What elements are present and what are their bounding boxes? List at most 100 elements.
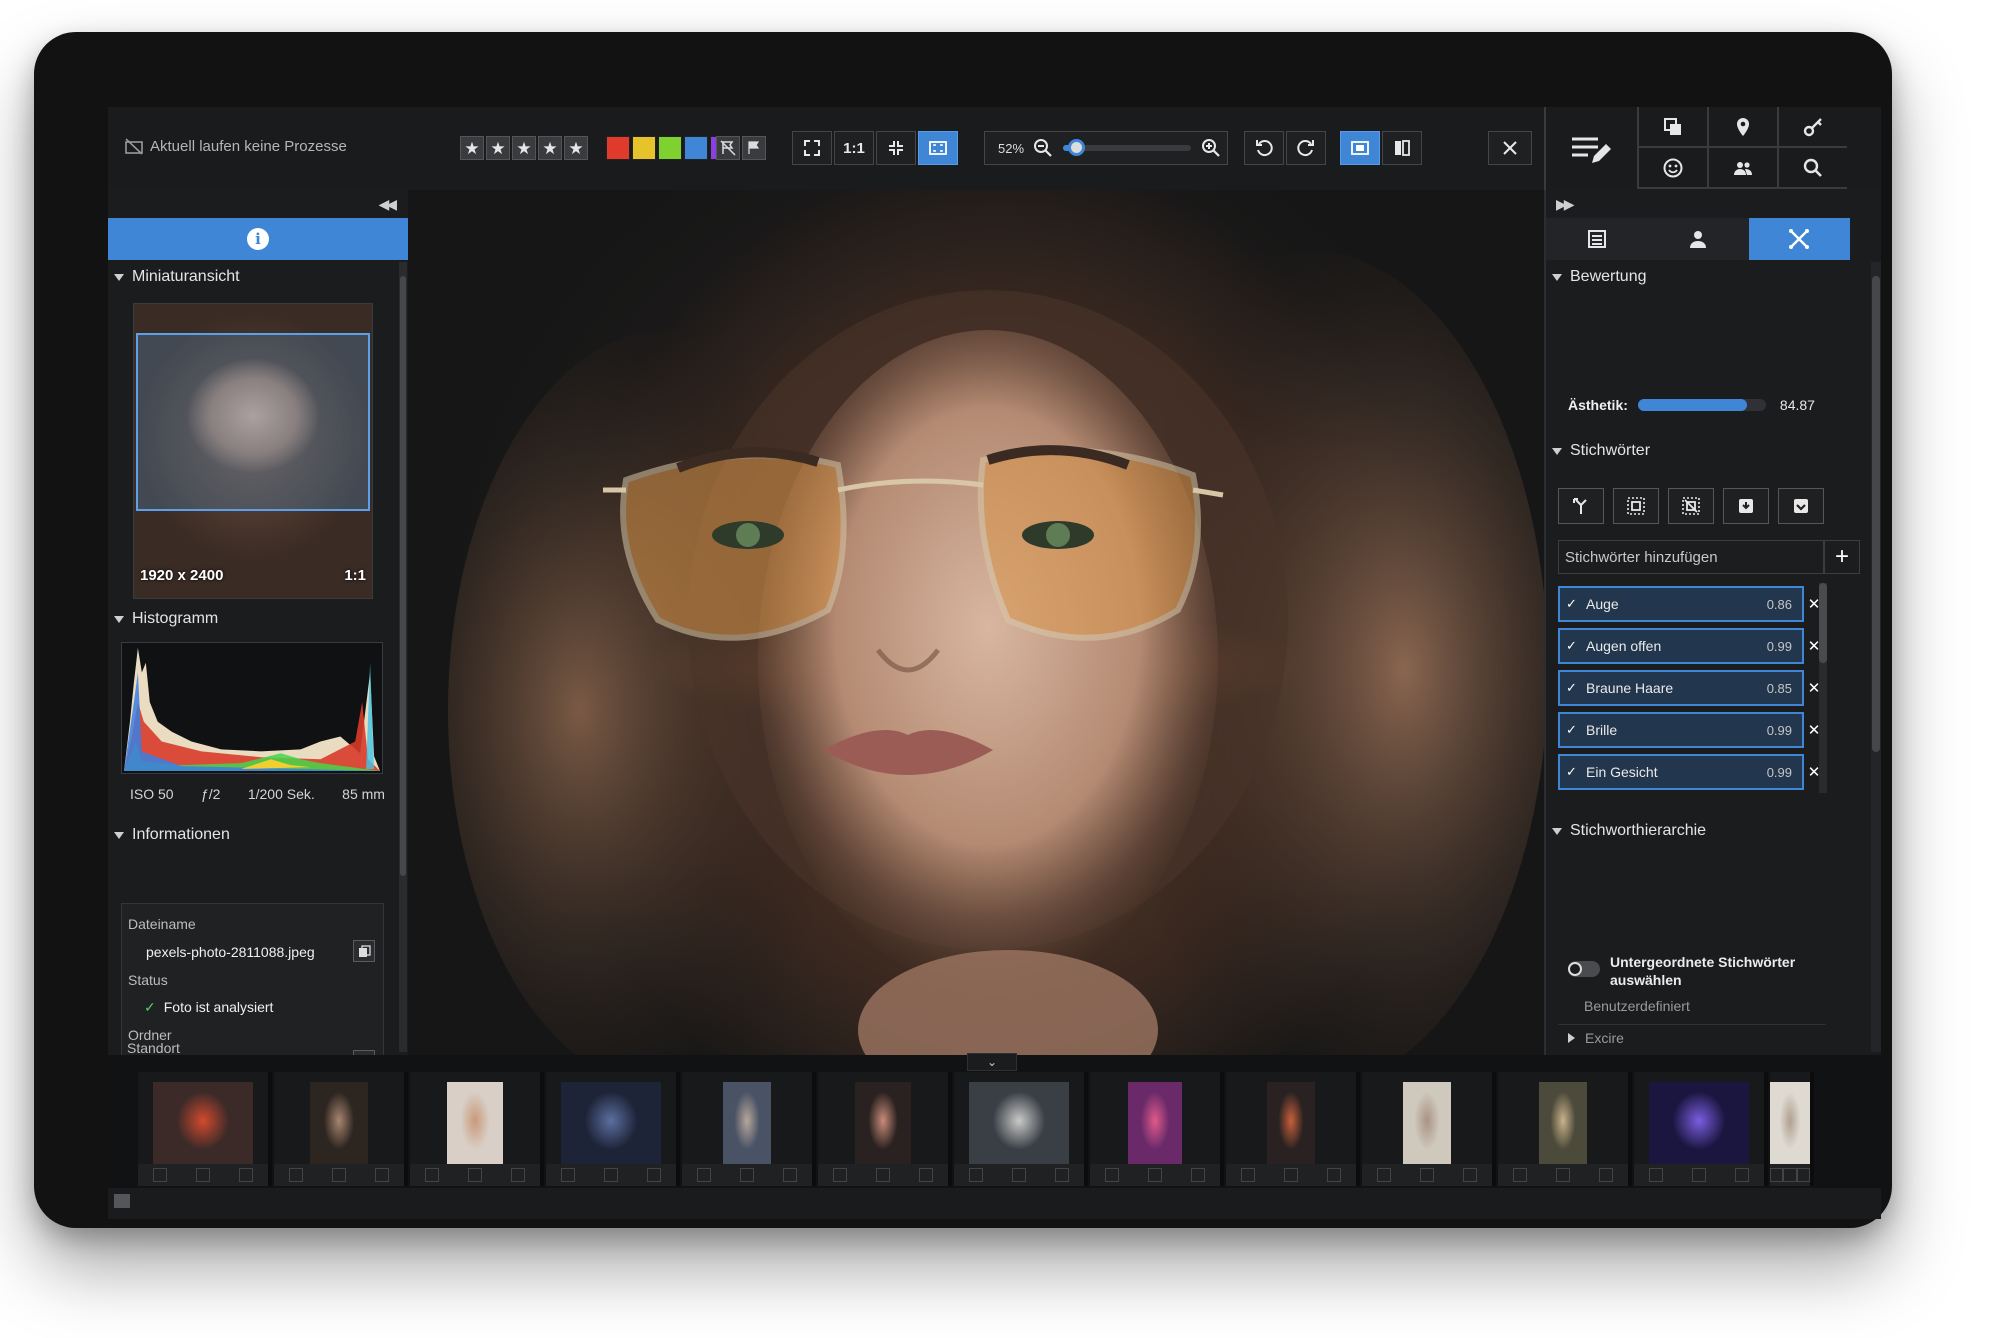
color-label-yellow[interactable]: [632, 136, 656, 160]
location-button[interactable]: [1707, 107, 1777, 148]
search-button[interactable]: [1777, 148, 1847, 189]
key-button[interactable]: [1777, 107, 1847, 148]
filmstrip-thumbnail[interactable]: [954, 1072, 1088, 1186]
filmstrip-thumbnail[interactable]: [546, 1072, 680, 1186]
select-checkbox[interactable]: [1376, 1168, 1391, 1182]
filmstrip-thumbnail[interactable]: [1634, 1072, 1768, 1186]
tab-list[interactable]: [1546, 218, 1648, 260]
keyword-export-button[interactable]: [1778, 488, 1824, 524]
star-5-icon[interactable]: ★: [564, 136, 588, 160]
zoom-slider-thumb[interactable]: [1067, 139, 1085, 156]
section-keyword-hierarchy[interactable]: Stichworthierarchie: [1546, 814, 1846, 848]
color-label-blue[interactable]: [684, 136, 708, 160]
flag-icon[interactable]: [1419, 1168, 1434, 1182]
compare-view-button[interactable]: [1382, 131, 1422, 165]
select-checkbox[interactable]: [968, 1168, 983, 1182]
fit-button[interactable]: [876, 131, 916, 165]
keyword-add-input[interactable]: Stichwörter hinzufügen: [1558, 540, 1824, 574]
reject-icon[interactable]: [919, 1168, 934, 1182]
select-checkbox[interactable]: [1770, 1168, 1784, 1182]
reject-icon[interactable]: [1735, 1168, 1750, 1182]
reject-icon[interactable]: [783, 1168, 798, 1182]
rotate-right-button[interactable]: [1286, 131, 1326, 165]
close-button[interactable]: [1488, 131, 1532, 165]
keyword-list-scrollbar[interactable]: [1819, 583, 1827, 793]
single-view-button[interactable]: [1340, 131, 1380, 165]
pick-flag-icon[interactable]: [742, 136, 766, 160]
star-1-icon[interactable]: ★: [460, 136, 484, 160]
ratio-1-1-button[interactable]: 1:1: [834, 131, 874, 165]
custom-hierarchy-item[interactable]: Benutzerdefiniert: [1584, 998, 1690, 1014]
excire-hierarchy-item[interactable]: Excire: [1568, 1030, 1624, 1046]
reject-icon[interactable]: [647, 1168, 662, 1182]
keyword-add-button[interactable]: +: [1824, 540, 1860, 574]
thumbnail-preview[interactable]: 1920 x 2400 1:1: [133, 303, 373, 599]
keyword-deselect-button[interactable]: [1668, 488, 1714, 524]
select-checkbox[interactable]: [1104, 1168, 1119, 1182]
flag-icon[interactable]: [603, 1168, 618, 1182]
flag-icon[interactable]: [1783, 1168, 1797, 1182]
flag-icon[interactable]: [195, 1168, 210, 1182]
keyword-chip[interactable]: ✓ Auge 0.86 ✕: [1558, 586, 1820, 622]
filmstrip-thumbnail[interactable]: [1090, 1072, 1224, 1186]
copy-filename-button[interactable]: [353, 940, 375, 962]
keyword-chip[interactable]: ✓ Augen offen 0.99 ✕: [1558, 628, 1820, 664]
flag-icon[interactable]: [1011, 1168, 1026, 1182]
filmstrip-thumbnail[interactable]: [1226, 1072, 1360, 1186]
color-label-green[interactable]: [658, 136, 682, 160]
duplicates-button[interactable]: [1637, 107, 1707, 148]
right-scrollbar-thumb[interactable]: [1872, 276, 1880, 752]
filmstrip-scrollbar[interactable]: [108, 1188, 1881, 1219]
filmstrip-thumbnail[interactable]: [818, 1072, 952, 1186]
main-photo-view[interactable]: [408, 190, 1544, 1055]
section-histogram[interactable]: Histogramm: [108, 602, 398, 636]
reject-icon[interactable]: [1599, 1168, 1614, 1182]
star-2-icon[interactable]: ★: [486, 136, 510, 160]
flag-icon[interactable]: [1691, 1168, 1706, 1182]
filmstrip-thumbnail[interactable]: [1362, 1072, 1496, 1186]
face-button[interactable]: [1637, 148, 1707, 189]
select-checkbox[interactable]: [1648, 1168, 1663, 1182]
reject-icon[interactable]: [239, 1168, 254, 1182]
section-keywords[interactable]: Stichwörter: [1546, 434, 1846, 468]
reject-icon[interactable]: [1796, 1168, 1810, 1182]
star-4-icon[interactable]: ★: [538, 136, 562, 160]
keyword-list-scrollbar-thumb[interactable]: [1819, 583, 1827, 663]
rotate-left-button[interactable]: [1244, 131, 1284, 165]
edit-list-icon[interactable]: [1566, 129, 1614, 169]
filmstrip-thumbnail[interactable]: [410, 1072, 544, 1186]
tab-ai-tools[interactable]: [1748, 218, 1850, 260]
keyword-merge-button[interactable]: [1558, 488, 1604, 524]
collapse-right-button[interactable]: ▶▶: [1546, 190, 1881, 218]
filmstrip-scrollbar-thumb[interactable]: [114, 1194, 130, 1208]
reject-icon[interactable]: [1463, 1168, 1478, 1182]
select-checkbox[interactable]: [1240, 1168, 1255, 1182]
left-scrollbar[interactable]: [399, 262, 407, 1052]
keyword-select-all-button[interactable]: [1613, 488, 1659, 524]
flag-icon[interactable]: [1147, 1168, 1162, 1182]
right-scrollbar[interactable]: [1871, 262, 1881, 1052]
star-3-icon[interactable]: ★: [512, 136, 536, 160]
filmstrip-thumbnail[interactable]: [138, 1072, 272, 1186]
viewport-frame[interactable]: [136, 333, 370, 511]
flag-icon[interactable]: [739, 1168, 754, 1182]
people-button[interactable]: [1707, 148, 1777, 189]
select-checkbox[interactable]: [1512, 1168, 1527, 1182]
info-tab[interactable]: i: [108, 218, 408, 260]
collapse-left-button[interactable]: ◀◀: [108, 190, 408, 218]
reject-icon[interactable]: [1055, 1168, 1070, 1182]
fit-screen-button[interactable]: [918, 131, 958, 165]
section-information[interactable]: Informationen: [108, 818, 398, 852]
zoom-out-icon[interactable]: [1033, 138, 1053, 158]
section-rating[interactable]: Bewertung: [1546, 260, 1881, 294]
select-checkbox[interactable]: [288, 1168, 303, 1182]
select-checkbox[interactable]: [152, 1168, 167, 1182]
filmstrip-thumbnail[interactable]: [274, 1072, 408, 1186]
section-thumbnail[interactable]: Miniaturansicht: [108, 260, 408, 294]
select-checkbox[interactable]: [424, 1168, 439, 1182]
zoom-slider[interactable]: [1063, 139, 1191, 156]
filmstrip-toggle-button[interactable]: ⌄: [967, 1053, 1017, 1071]
select-checkbox[interactable]: [832, 1168, 847, 1182]
color-label-red[interactable]: [606, 136, 630, 160]
reject-icon[interactable]: [375, 1168, 390, 1182]
